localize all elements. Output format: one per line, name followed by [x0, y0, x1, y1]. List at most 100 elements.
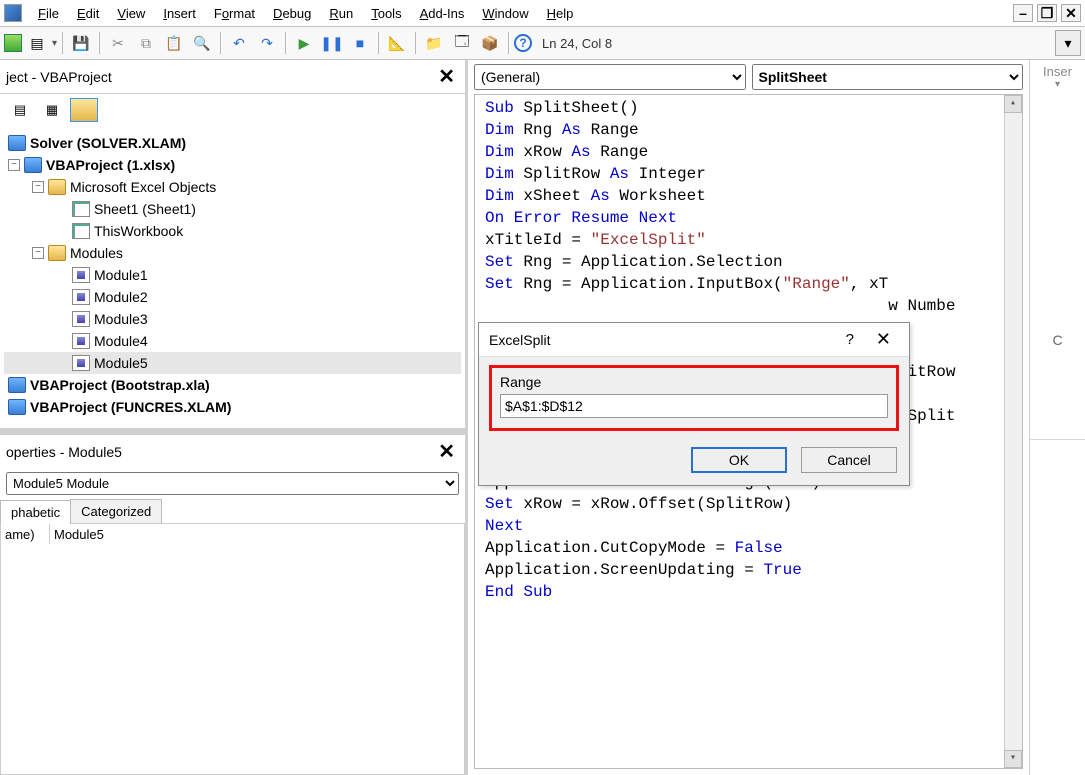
project-tree[interactable]: Solver (SOLVER.XLAM)−VBAProject (1.xlsx)… — [0, 126, 465, 428]
save-icon[interactable]: 💾 — [68, 30, 94, 56]
project-explorer-icon[interactable]: 📁 — [421, 30, 447, 56]
range-input[interactable] — [500, 394, 888, 418]
proj-icon — [8, 377, 26, 393]
expander-icon[interactable]: − — [8, 159, 20, 171]
dialog-close-icon[interactable]: ✕ — [868, 329, 899, 350]
paste-icon[interactable]: 📋 — [161, 30, 187, 56]
tree-node[interactable]: − Modules — [4, 242, 461, 264]
module-icon — [72, 311, 90, 327]
folder-icon — [48, 245, 66, 261]
tree-label: ThisWorkbook — [94, 223, 183, 239]
tree-node[interactable]: Module2 — [4, 286, 461, 308]
property-name: ame) — [1, 527, 49, 542]
properties-panel-close-icon[interactable]: ✕ — [434, 439, 459, 464]
toggle-folders-icon[interactable] — [70, 98, 98, 122]
project-panel-toolbar: ▤ ▦ — [0, 93, 465, 126]
menu-add-ins[interactable]: Add-Ins — [412, 4, 473, 23]
procedure-combo[interactable]: SplitSheet — [752, 64, 1024, 90]
cut-icon[interactable]: ✂ — [105, 30, 131, 56]
tree-label: Module2 — [94, 289, 148, 305]
dialog-title: ExcelSplit — [489, 332, 832, 348]
properties-panel-header: operties - Module5 ✕ — [0, 435, 465, 468]
tree-label: Modules — [70, 245, 123, 261]
menu-edit[interactable]: Edit — [69, 4, 107, 23]
menu-run[interactable]: Run — [321, 4, 361, 23]
tree-label: VBAProject (FUNCRES.XLAM) — [30, 399, 231, 415]
undo-icon[interactable]: ↶ — [226, 30, 252, 56]
object-browser-icon[interactable]: 📦 — [477, 30, 503, 56]
properties-grid: ame) Module5 — [0, 523, 465, 775]
stop-icon[interactable]: ■ — [347, 30, 373, 56]
copy-icon[interactable]: ⧉ — [133, 30, 159, 56]
tree-node[interactable]: Module3 — [4, 308, 461, 330]
module-icon — [72, 289, 90, 305]
tree-node[interactable]: Module4 — [4, 330, 461, 352]
ok-button[interactable]: OK — [691, 447, 787, 473]
project-panel-close-icon[interactable]: ✕ — [434, 64, 459, 89]
menu-tools[interactable]: Tools — [363, 4, 409, 23]
view-code-icon[interactable]: ▤ — [6, 98, 34, 122]
properties-object-combo[interactable]: Module5 Module — [6, 472, 459, 495]
close-window-button[interactable]: ✕ — [1061, 4, 1081, 22]
expander-icon[interactable]: − — [32, 247, 44, 259]
tree-label: Module3 — [94, 311, 148, 327]
restore-button[interactable]: ❐ — [1037, 4, 1057, 22]
menu-debug[interactable]: Debug — [265, 4, 319, 23]
tree-label: Module4 — [94, 333, 148, 349]
project-panel-title: ject - VBAProject — [6, 69, 112, 85]
proj-icon — [24, 157, 42, 173]
view-object-icon[interactable]: ▦ — [38, 98, 66, 122]
toolbar-overflow-icon[interactable]: ▾ — [1055, 30, 1081, 56]
dialog-titlebar[interactable]: ExcelSplit ? ✕ — [479, 323, 909, 357]
tree-node[interactable]: Module5 — [4, 352, 461, 374]
menu-view[interactable]: View — [109, 4, 153, 23]
dialog-highlight-box: Range — [489, 365, 899, 431]
view-form-icon[interactable]: ▤ — [24, 30, 50, 56]
menu-help[interactable]: Help — [539, 4, 582, 23]
tree-node[interactable]: VBAProject (FUNCRES.XLAM) — [4, 396, 461, 418]
vertical-scrollbar[interactable] — [1004, 95, 1022, 768]
inputbox-dialog: ExcelSplit ? ✕ Range OK Cancel — [478, 322, 910, 486]
tree-label: VBAProject (1.xlsx) — [46, 157, 175, 173]
run-icon[interactable]: ▶ — [291, 30, 317, 56]
tree-node[interactable]: Sheet1 (Sheet1) — [4, 198, 461, 220]
dialog-help-icon[interactable]: ? — [832, 331, 868, 348]
design-mode-icon[interactable]: 📐 — [384, 30, 410, 56]
property-value[interactable]: Module5 — [49, 524, 464, 544]
pause-icon[interactable]: ❚❚ — [319, 30, 345, 56]
scroll-down-icon[interactable]: ▾ — [1004, 750, 1022, 768]
tree-node[interactable]: − VBAProject (1.xlsx) — [4, 154, 461, 176]
tab-alphabetic[interactable]: phabetic — [0, 500, 71, 524]
tree-label: Module1 — [94, 267, 148, 283]
sheet-icon — [72, 201, 90, 217]
menu-format[interactable]: Format — [206, 4, 263, 23]
tree-node[interactable]: VBAProject (Bootstrap.xla) — [4, 374, 461, 396]
module-icon — [72, 267, 90, 283]
scroll-up-icon[interactable]: ▴ — [1004, 95, 1022, 113]
main-toolbar: ▤ ▾ 💾 ✂ ⧉ 📋 🔍 ↶ ↷ ▶ ❚❚ ■ 📐 📁 🗔 📦 ? Ln 24… — [0, 26, 1085, 60]
column-header[interactable]: C — [1030, 240, 1085, 440]
excel-icon[interactable] — [4, 34, 22, 52]
menu-file[interactable]: File — [30, 4, 67, 23]
properties-window-icon[interactable]: 🗔 — [449, 30, 475, 56]
menu-window[interactable]: Window — [474, 4, 536, 23]
expander-icon[interactable]: − — [32, 181, 44, 193]
menubar: FileEditViewInsertFormatDebugRunToolsAdd… — [0, 0, 1085, 26]
tree-node[interactable]: ThisWorkbook — [4, 220, 461, 242]
redo-icon[interactable]: ↷ — [254, 30, 280, 56]
ribbon-fragment-label: Inser — [1043, 64, 1072, 79]
find-icon[interactable]: 🔍 — [189, 30, 215, 56]
object-combo[interactable]: (General) — [474, 64, 746, 90]
property-row[interactable]: ame) Module5 — [1, 524, 464, 544]
tree-node[interactable]: −Microsoft Excel Objects — [4, 176, 461, 198]
dialog-field-label: Range — [500, 374, 888, 390]
menu-insert[interactable]: Insert — [155, 4, 204, 23]
tree-node[interactable]: Solver (SOLVER.XLAM) — [4, 132, 461, 154]
cancel-button[interactable]: Cancel — [801, 447, 897, 473]
tree-node[interactable]: Module1 — [4, 264, 461, 286]
minimize-button[interactable]: – — [1013, 4, 1033, 22]
cursor-position-status: Ln 24, Col 8 — [542, 36, 612, 51]
help-icon[interactable]: ? — [514, 34, 532, 52]
tree-label: VBAProject (Bootstrap.xla) — [30, 377, 210, 393]
tab-categorized[interactable]: Categorized — [70, 499, 162, 523]
